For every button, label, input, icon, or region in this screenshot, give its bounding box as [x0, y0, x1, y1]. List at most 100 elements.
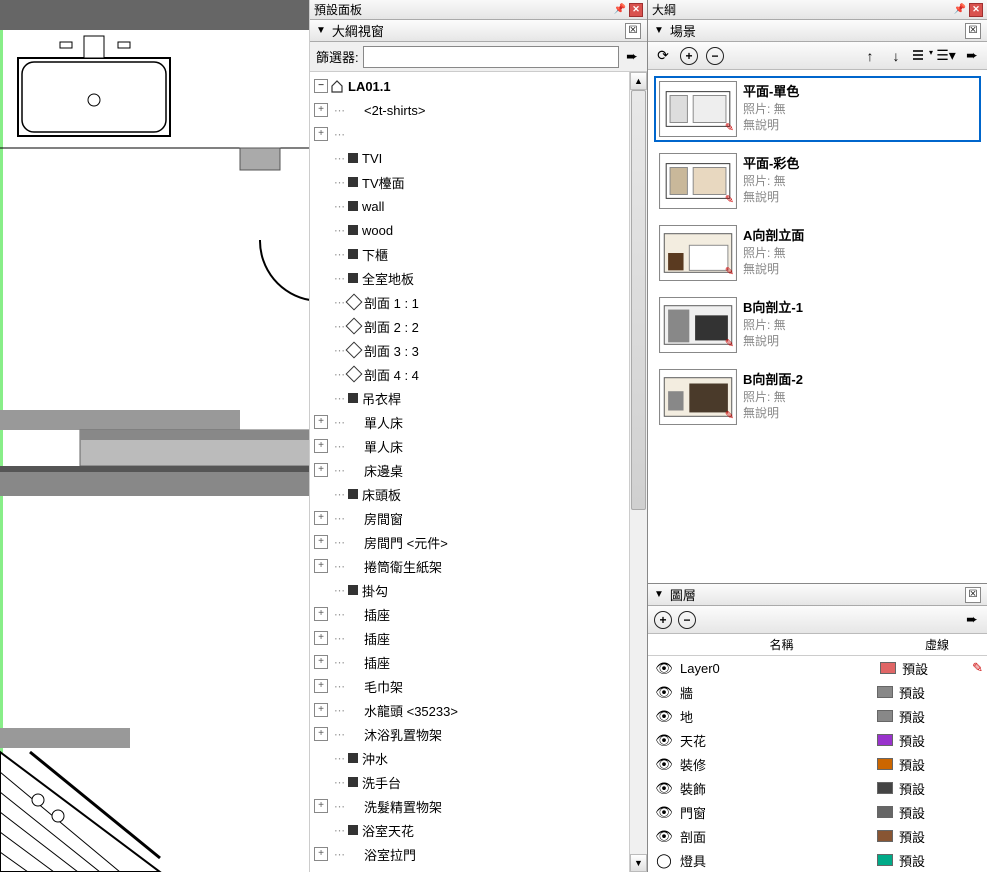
layer-color-swatch[interactable]: [877, 854, 893, 866]
outliner-tree[interactable]: −LA01.1+⋯<2t-shirts>+⋯⋯TVI⋯TV檯面⋯wall⋯woo…: [310, 72, 629, 872]
tree-item[interactable]: ⋯剖面 2 : 2: [310, 314, 629, 338]
layer-row[interactable]: 👁剖面預設: [648, 824, 987, 848]
layer-row[interactable]: 👁裝飾預設: [648, 776, 987, 800]
expander-icon[interactable]: +: [314, 103, 328, 117]
details-arrow-icon[interactable]: ➨: [963, 611, 981, 629]
tree-item[interactable]: +⋯沐浴乳置物架: [310, 722, 629, 746]
layer-dash[interactable]: 預設: [899, 803, 969, 822]
col-dash[interactable]: 虛線: [887, 636, 987, 653]
expander-icon[interactable]: +: [314, 439, 328, 453]
add-layer-button[interactable]: +: [654, 611, 672, 629]
close-icon[interactable]: ✕: [969, 3, 983, 17]
expander-icon[interactable]: +: [314, 535, 328, 549]
tree-item[interactable]: ⋯wood: [310, 218, 629, 242]
visibility-icon[interactable]: 👁: [652, 756, 676, 773]
tree-item[interactable]: +⋯單人床: [310, 410, 629, 434]
expander-icon[interactable]: +: [314, 415, 328, 429]
details-arrow-icon[interactable]: ➨: [963, 47, 981, 65]
refresh-icon[interactable]: ⟳: [654, 47, 672, 65]
scroll-down-button[interactable]: ▼: [630, 854, 647, 872]
layer-dash[interactable]: 預設: [899, 683, 969, 702]
tree-item[interactable]: +⋯床邊桌: [310, 458, 629, 482]
expander-icon[interactable]: +: [314, 655, 328, 669]
tree-item[interactable]: ⋯掛勾: [310, 578, 629, 602]
edit-icon[interactable]: ✎: [725, 193, 734, 206]
expander-icon[interactable]: +: [314, 631, 328, 645]
expander-icon[interactable]: +: [314, 559, 328, 573]
collapse-icon[interactable]: ▼: [316, 25, 326, 36]
tree-item[interactable]: +⋯房間門 <元件>: [310, 530, 629, 554]
expander-icon[interactable]: +: [314, 799, 328, 813]
visibility-icon[interactable]: ◯: [652, 852, 676, 869]
scene-card[interactable]: ✎平面-單色照片: 無無說明: [654, 76, 981, 142]
close-icon[interactable]: ✕: [629, 3, 643, 17]
edit-icon[interactable]: ✎: [725, 265, 734, 278]
tree-item[interactable]: ⋯剖面 4 : 4: [310, 362, 629, 386]
close-section-button[interactable]: ☒: [965, 23, 981, 39]
scroll-track[interactable]: [630, 90, 647, 854]
layer-dash[interactable]: 預設: [899, 851, 969, 870]
collapse-icon[interactable]: ▼: [654, 589, 664, 600]
scroll-up-button[interactable]: ▲: [630, 72, 647, 90]
add-scene-button[interactable]: +: [680, 47, 698, 65]
scene-card[interactable]: ✎平面-彩色照片: 無無說明: [654, 148, 981, 214]
layer-name[interactable]: 裝飾: [676, 779, 877, 798]
visibility-icon[interactable]: 👁: [652, 828, 676, 845]
edit-icon[interactable]: ✎: [725, 121, 734, 134]
layer-row[interactable]: 👁牆 預設: [648, 680, 987, 704]
tree-item[interactable]: +⋯浴室拉門: [310, 842, 629, 866]
tree-item[interactable]: +⋯水龍頭 <35233>: [310, 698, 629, 722]
layer-name[interactable]: 地: [676, 707, 877, 726]
layer-name[interactable]: 牆: [676, 683, 877, 702]
scene-thumbnail[interactable]: ✎: [659, 369, 737, 425]
tree-item[interactable]: +⋯插座: [310, 626, 629, 650]
tree-item[interactable]: ⋯下櫃: [310, 242, 629, 266]
tree-item[interactable]: ⋯TVI: [310, 146, 629, 170]
tree-item[interactable]: ⋯沖水: [310, 746, 629, 770]
tree-item[interactable]: +⋯單人床: [310, 434, 629, 458]
layer-dash[interactable]: 預設: [899, 755, 969, 774]
layer-color-swatch[interactable]: [877, 734, 893, 746]
layer-row[interactable]: ◯燈具預設: [648, 848, 987, 872]
tree-item[interactable]: ⋯洗手台: [310, 770, 629, 794]
layers-header-row[interactable]: ▼ 圖層 ☒: [648, 584, 987, 606]
expander-icon[interactable]: +: [314, 511, 328, 525]
expander-icon[interactable]: +: [314, 727, 328, 741]
layer-row[interactable]: 👁天花預設: [648, 728, 987, 752]
close-section-button[interactable]: ☒: [625, 23, 641, 39]
layer-dash[interactable]: 預設: [899, 779, 969, 798]
layer-color-swatch[interactable]: [877, 782, 893, 794]
edit-icon[interactable]: ✎: [725, 337, 734, 350]
tree-item[interactable]: ⋯吊衣桿: [310, 386, 629, 410]
viewport[interactable]: [0, 0, 310, 872]
scene-thumbnail[interactable]: ✎: [659, 81, 737, 137]
visibility-icon[interactable]: 👁: [652, 684, 676, 701]
expander-icon[interactable]: +: [314, 463, 328, 477]
layer-color-swatch[interactable]: [877, 710, 893, 722]
move-down-button[interactable]: ↓: [887, 47, 905, 65]
layer-row[interactable]: 👁門窗預設: [648, 800, 987, 824]
scene-thumbnail[interactable]: ✎: [659, 297, 737, 353]
layer-dash[interactable]: 預設: [902, 659, 972, 678]
remove-layer-button[interactable]: −: [678, 611, 696, 629]
tree-item[interactable]: +⋯<2t-shirts>: [310, 98, 629, 122]
tree-item[interactable]: ⋯床頭板: [310, 482, 629, 506]
layer-name[interactable]: 門窗: [676, 803, 877, 822]
layer-name[interactable]: Layer0: [676, 661, 880, 676]
close-section-button[interactable]: ☒: [965, 587, 981, 603]
scene-thumbnail[interactable]: ✎: [659, 153, 737, 209]
layer-dash[interactable]: 預設: [899, 731, 969, 750]
tree-item[interactable]: ⋯剖面 3 : 3: [310, 338, 629, 362]
layer-color-swatch[interactable]: [877, 758, 893, 770]
scene-card[interactable]: ✎B向剖立-1照片: 無無說明: [654, 292, 981, 358]
tree-item[interactable]: ⋯TV檯面: [310, 170, 629, 194]
expander-icon[interactable]: +: [314, 703, 328, 717]
pin-icon[interactable]: 📌: [953, 3, 967, 17]
edit-icon[interactable]: ✎: [725, 409, 734, 422]
layer-dash[interactable]: 預設: [899, 827, 969, 846]
menu-icon[interactable]: ☰▾: [937, 47, 955, 65]
layer-row[interactable]: 👁Layer0預設✎: [648, 656, 987, 680]
edit-icon[interactable]: ✎: [972, 660, 983, 676]
tree-item[interactable]: ⋯浴室天花: [310, 818, 629, 842]
scroll-thumb[interactable]: [631, 90, 646, 510]
